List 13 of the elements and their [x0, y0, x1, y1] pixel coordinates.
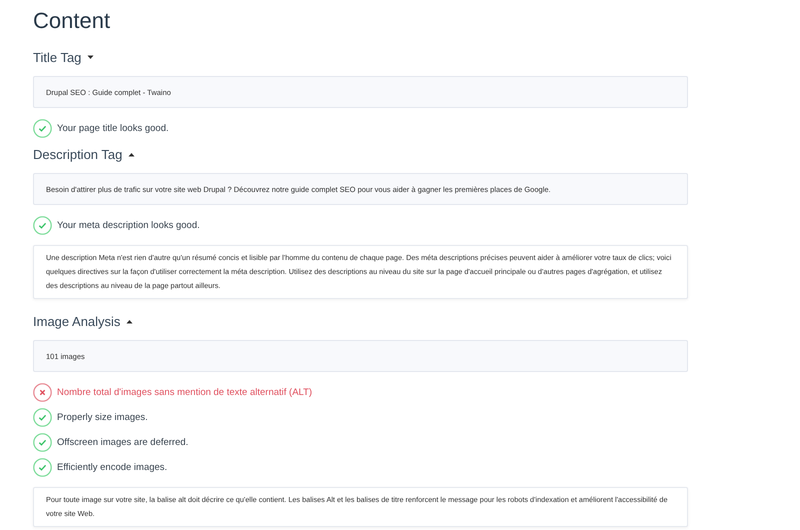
- section-title: Title Tag: [33, 50, 82, 64]
- status-message: Nombre total d'images sans mention de texte alternatif (ALT): [57, 387, 312, 398]
- status-message: Efficiently encode images.: [57, 462, 168, 473]
- status-message: Your meta description looks good.: [57, 220, 200, 231]
- section-title: Image Analysis: [33, 314, 120, 328]
- page-heading: Content: [33, 7, 112, 35]
- caret-icon[interactable]: [87, 54, 94, 60]
- caret-icon[interactable]: [126, 318, 134, 324]
- section-title: Description Tag: [33, 146, 122, 162]
- status-message: Your page title looks good.: [57, 123, 169, 134]
- caret-icon[interactable]: [128, 152, 136, 156]
- status-message: Properly size images.: [57, 412, 148, 423]
- status-message: Offscreen images are deferred.: [57, 437, 188, 448]
